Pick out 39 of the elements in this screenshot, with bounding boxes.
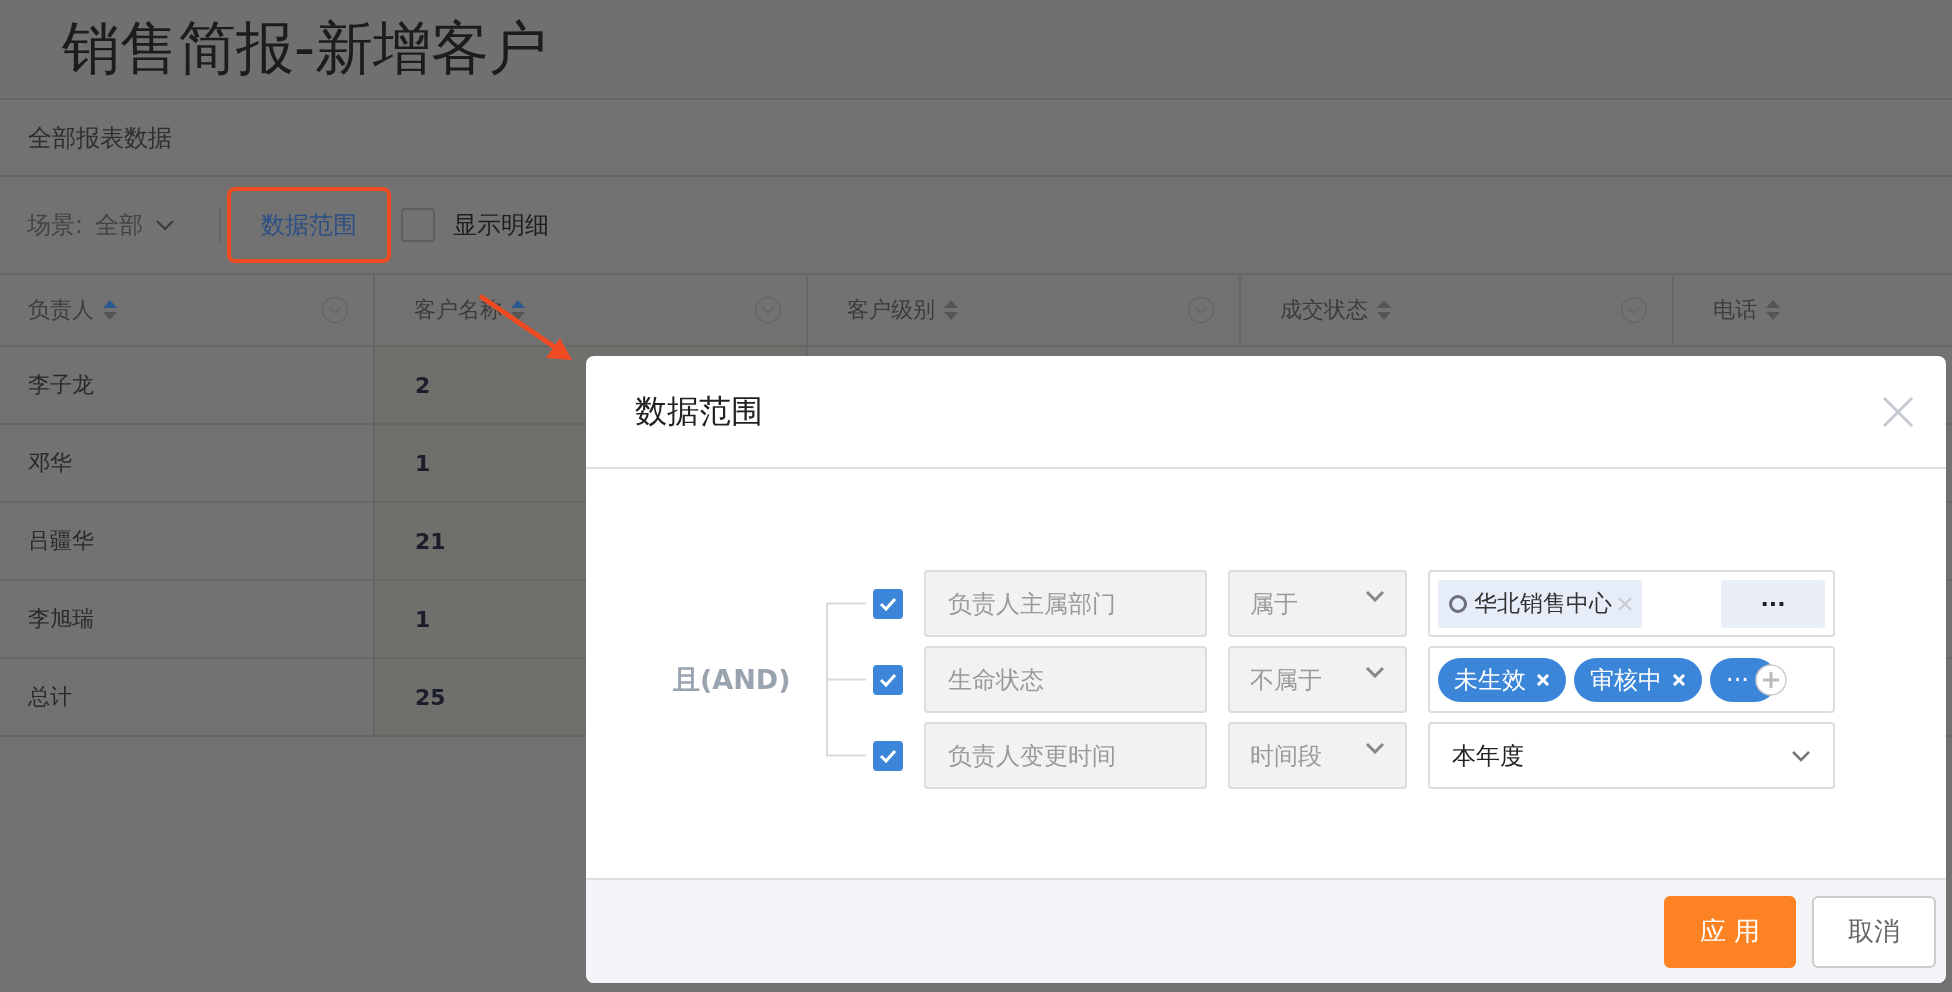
chevron-down-icon	[1365, 666, 1385, 678]
field-input[interactable]: 负责人变更时间	[924, 722, 1207, 789]
logic-label: 且(AND)	[673, 662, 790, 697]
value-field[interactable]: 华北销售中心 ···	[1428, 570, 1835, 637]
cancel-button[interactable]: 取消	[1812, 895, 1936, 968]
condition-checkbox[interactable]	[873, 588, 903, 619]
check-icon	[878, 747, 898, 764]
chevron-down-icon	[155, 219, 176, 231]
report-scope-label: 全部报表数据	[28, 122, 172, 154]
sort-icon[interactable]	[510, 299, 526, 321]
condition-checkbox[interactable]	[873, 664, 903, 695]
check-icon	[878, 671, 898, 688]
operator-dropdown[interactable]: 时间段	[1228, 722, 1407, 789]
tag-label: 审核中	[1590, 664, 1662, 696]
check-icon	[878, 595, 898, 612]
add-icon[interactable]	[1754, 663, 1787, 696]
chevron-down-icon	[1365, 590, 1385, 602]
chevron-down-icon	[1791, 749, 1811, 762]
value-field[interactable]: 未生效 审核中 ···	[1428, 646, 1835, 713]
apply-button[interactable]: 应 用	[1664, 895, 1796, 968]
tag-label: 未生效	[1454, 664, 1526, 696]
close-icon[interactable]	[1882, 395, 1914, 428]
page-title: 销售简报-新增客户	[62, 13, 547, 84]
tag-label: 华北销售中心	[1474, 589, 1612, 618]
field-input[interactable]: 负责人主属部门	[924, 570, 1207, 637]
show-detail-label: 显示明细	[453, 210, 550, 241]
condition-checkbox[interactable]	[873, 740, 903, 771]
sort-icon[interactable]	[1765, 299, 1781, 321]
chevron-down-icon	[1365, 742, 1385, 754]
circle-icon	[1448, 593, 1468, 614]
operator-dropdown[interactable]: 属于	[1228, 570, 1407, 637]
sort-icon[interactable]	[1376, 299, 1392, 321]
sort-icon[interactable]	[102, 299, 118, 321]
field-input[interactable]: 生命状态	[924, 646, 1207, 713]
more-button[interactable]: ···	[1721, 579, 1825, 628]
value-dropdown[interactable]: 本年度	[1428, 722, 1835, 789]
operator-dropdown[interactable]: 不属于	[1228, 646, 1407, 713]
data-range-button[interactable]: 数据范围	[227, 187, 392, 263]
sort-icon[interactable]	[943, 299, 959, 321]
